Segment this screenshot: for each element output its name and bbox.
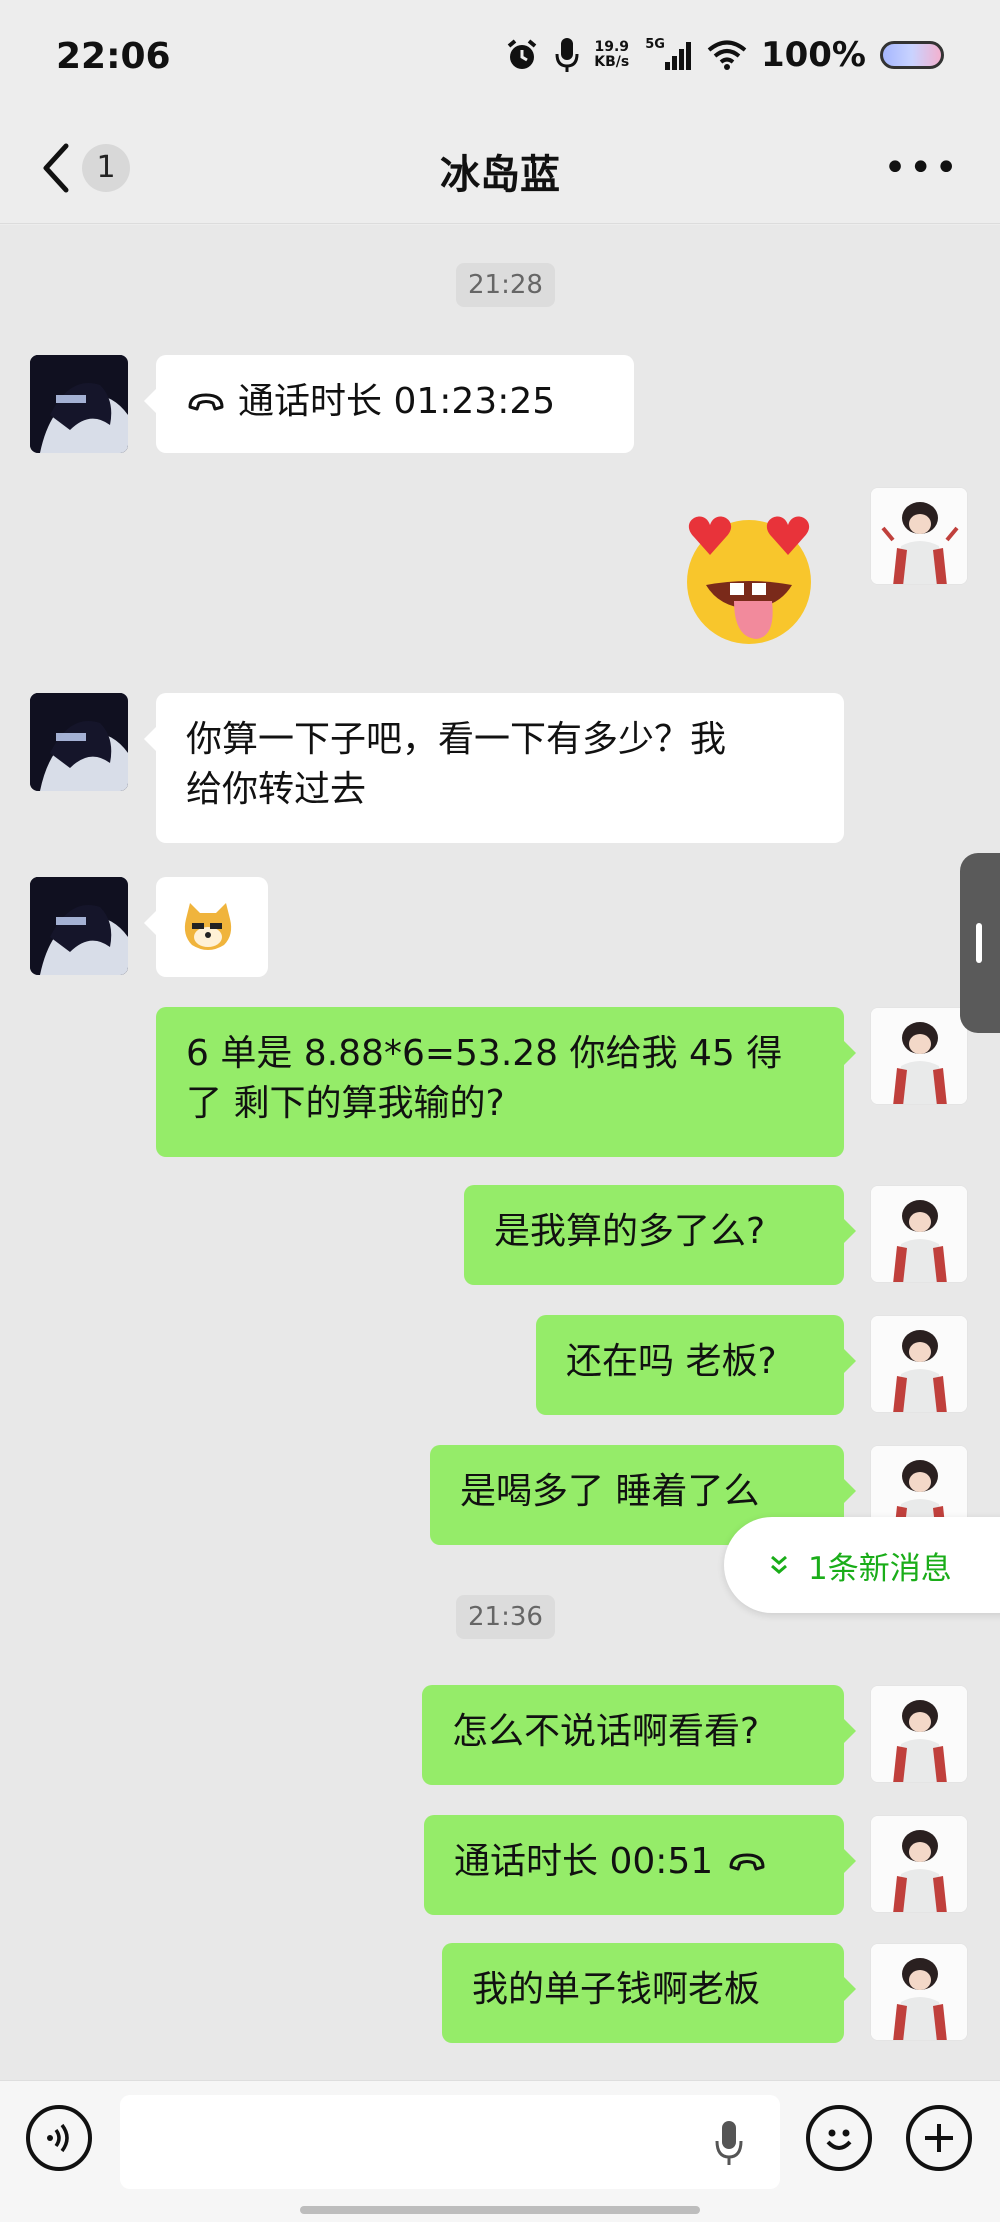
- more-functions-button[interactable]: [906, 2105, 972, 2171]
- avatar-self[interactable]: [870, 1185, 968, 1283]
- scrollbar-handle[interactable]: [960, 853, 1000, 1033]
- chat-header: 1 冰岛蓝 •••: [0, 112, 1000, 224]
- alarm-icon: [507, 39, 537, 69]
- call-duration-text: 通话时长 00:51: [454, 1841, 714, 1882]
- timestamp: 21:28: [456, 263, 555, 307]
- avatar-image: [30, 877, 128, 975]
- doge-emoji: [184, 903, 232, 950]
- network-speed-unit: KB/s: [594, 54, 630, 70]
- input-bar: [0, 2080, 1000, 2222]
- avatar-image: [30, 693, 128, 791]
- network-speed: 19.9 KB/s: [594, 40, 629, 70]
- cellular-signal-icon: 5G: [643, 37, 693, 70]
- message-bubble-outgoing[interactable]: 怎么不说话啊看看?: [422, 1685, 856, 1785]
- avatar-self[interactable]: [870, 487, 968, 585]
- avatar-contact[interactable]: [30, 877, 128, 975]
- message-list[interactable]: 21:28 通话时长 01:23:25 你算一下子吧，看一下有多少？我 给你转过…: [0, 225, 1000, 2080]
- message-input[interactable]: [120, 2095, 780, 2189]
- avatar-image: [871, 1186, 967, 1282]
- message-bubble-outgoing[interactable]: 我的单子钱啊老板: [442, 1943, 856, 2043]
- avatar-image: [871, 1816, 967, 1912]
- smiley-face-icon: [826, 2129, 852, 2150]
- heart-eyes-tongue-emoji: [687, 516, 811, 644]
- avatar-image: [871, 488, 967, 584]
- network-speed-value: 19.9: [594, 39, 630, 55]
- timestamp: 21:36: [456, 1595, 555, 1639]
- message-text-line: 了 剩下的算我输的?: [186, 1083, 505, 1124]
- emoji-button[interactable]: [806, 2105, 872, 2171]
- emoji-bubble[interactable]: [144, 877, 268, 977]
- avatar-image: [871, 1686, 967, 1782]
- voice-wave-icon: [47, 2123, 69, 2153]
- battery-percent: 100%: [760, 35, 866, 75]
- new-messages-label: 1条新消息: [808, 1550, 952, 1587]
- message-bubble-outgoing[interactable]: 6 单是 8.88*6=53.28 你给我 45 得 了 剩下的算我输的?: [156, 1007, 856, 1157]
- message-bubble-outgoing[interactable]: 是我算的多了么?: [464, 1185, 856, 1285]
- wifi-icon: [707, 40, 747, 70]
- status-icons: 19.9 KB/s 5G 100%: [504, 34, 944, 76]
- chat-title: 冰岛蓝: [440, 152, 560, 198]
- avatar-image: [871, 1008, 967, 1104]
- avatar-self[interactable]: [870, 1685, 968, 1783]
- message-text-line: 6 单是 8.88*6=53.28 你给我 45 得: [186, 1033, 783, 1074]
- avatar-self[interactable]: [870, 1943, 968, 2041]
- avatar-self[interactable]: [870, 1007, 968, 1105]
- home-indicator[interactable]: [300, 2206, 700, 2214]
- microphone-icon: [555, 38, 579, 72]
- avatar-contact[interactable]: [30, 693, 128, 791]
- avatar-image: [871, 1316, 967, 1412]
- sticker-heart-eyes-tongue[interactable]: [664, 497, 834, 647]
- message-bubble-incoming[interactable]: 你算一下子吧，看一下有多少？我 给你转过去: [144, 693, 844, 843]
- voice-mode-button[interactable]: [26, 2105, 92, 2171]
- double-chevron-down-icon: [771, 1555, 787, 1574]
- status-bar: 22:06 19.9 KB/s 5G 100%: [0, 0, 1000, 112]
- phone-call-icon: [188, 393, 224, 411]
- more-options-icon[interactable]: •••: [883, 148, 960, 188]
- avatar-image: [871, 1944, 967, 2040]
- status-time: 22:06: [56, 36, 171, 77]
- message-text-line: 给你转过去: [186, 769, 367, 810]
- message-bubble-outgoing[interactable]: 还在吗 老板?: [536, 1315, 856, 1415]
- microphone-icon[interactable]: [714, 2119, 744, 2167]
- call-record-bubble[interactable]: 通话时长 01:23:25: [144, 355, 634, 453]
- avatar-self[interactable]: [870, 1315, 968, 1413]
- call-duration-text: 通话时长 01:23:25: [238, 381, 556, 422]
- plus-icon: [925, 2124, 953, 2152]
- battery-icon: [880, 41, 944, 69]
- avatar-self[interactable]: [870, 1815, 968, 1913]
- message-text-line: 你算一下子吧，看一下有多少？我: [186, 719, 727, 760]
- avatar-image: [30, 355, 128, 453]
- network-type: 5G: [645, 37, 665, 52]
- avatar-contact[interactable]: [30, 355, 128, 453]
- call-record-bubble[interactable]: 通话时长 00:51: [424, 1815, 856, 1915]
- new-messages-button[interactable]: 1条新消息: [724, 1517, 1000, 1613]
- phone-call-icon: [729, 1853, 765, 1871]
